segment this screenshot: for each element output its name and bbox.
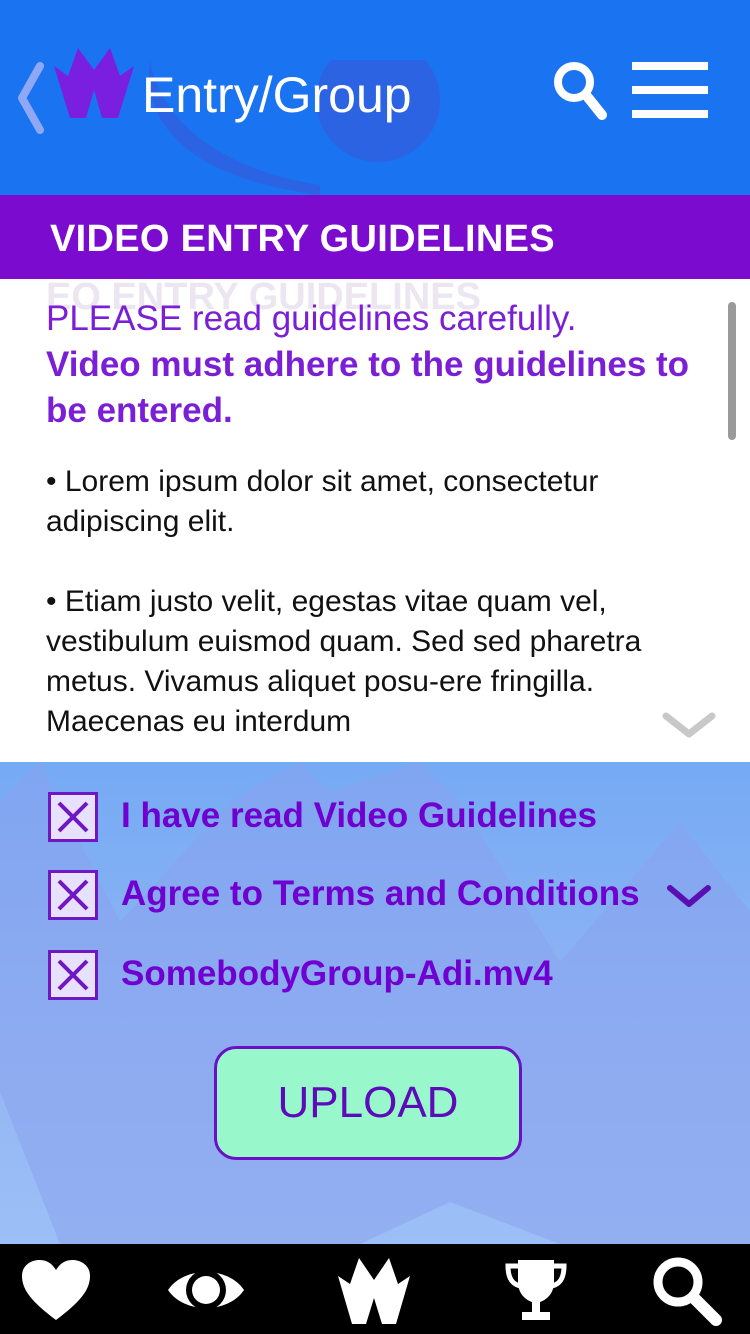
checkbox-agree-terms[interactable]: Agree to Terms and Conditions: [48, 870, 728, 922]
upload-button[interactable]: UPLOAD: [214, 1046, 522, 1160]
expand-terms-chevron-icon[interactable]: [666, 882, 712, 910]
page-title: Entry/Group: [142, 67, 412, 123]
checkbox-checked-icon[interactable]: [48, 792, 98, 842]
guideline-bullet-1: • Lorem ipsum dolor sit amet, consectetu…: [46, 465, 599, 538]
intro-plain-text: PLEASE read guidelines carefully.: [46, 299, 577, 338]
menu-icon[interactable]: [632, 62, 710, 120]
checkbox-label: Agree to Terms and Conditions: [121, 874, 640, 913]
intro-bold-text: Video must adhere to the guidelines to b…: [46, 345, 690, 430]
search-icon[interactable]: [552, 60, 608, 122]
trophy-icon[interactable]: [496, 1254, 576, 1326]
logo-icon[interactable]: [334, 1254, 414, 1326]
guidelines-intro: PLEASE read guidelines carefully. Video …: [46, 296, 716, 434]
checkbox-label: SomebodyGroup-Adi.mv4: [121, 954, 553, 993]
eye-icon[interactable]: [166, 1254, 246, 1326]
banner-title: VIDEO ENTRY GUIDELINES: [50, 218, 555, 260]
checkbox-selected-file[interactable]: SomebodyGroup-Adi.mv4: [48, 950, 728, 1002]
guideline-bullet-2: • Etiam justo velit, egestas vitae quam …: [46, 585, 642, 738]
back-chevron-icon[interactable]: [14, 62, 46, 134]
app-logo-icon[interactable]: [52, 42, 136, 120]
scrollbar[interactable]: [728, 302, 736, 440]
checkbox-checked-icon[interactable]: [48, 950, 98, 1000]
heart-icon[interactable]: [16, 1254, 96, 1326]
checkbox-checked-icon[interactable]: [48, 870, 98, 920]
checkbox-label: I have read Video Guidelines: [121, 796, 597, 835]
search-icon[interactable]: [648, 1254, 728, 1326]
checkbox-read-guidelines[interactable]: I have read Video Guidelines: [48, 792, 728, 844]
scroll-down-chevron-icon[interactable]: [662, 712, 716, 738]
